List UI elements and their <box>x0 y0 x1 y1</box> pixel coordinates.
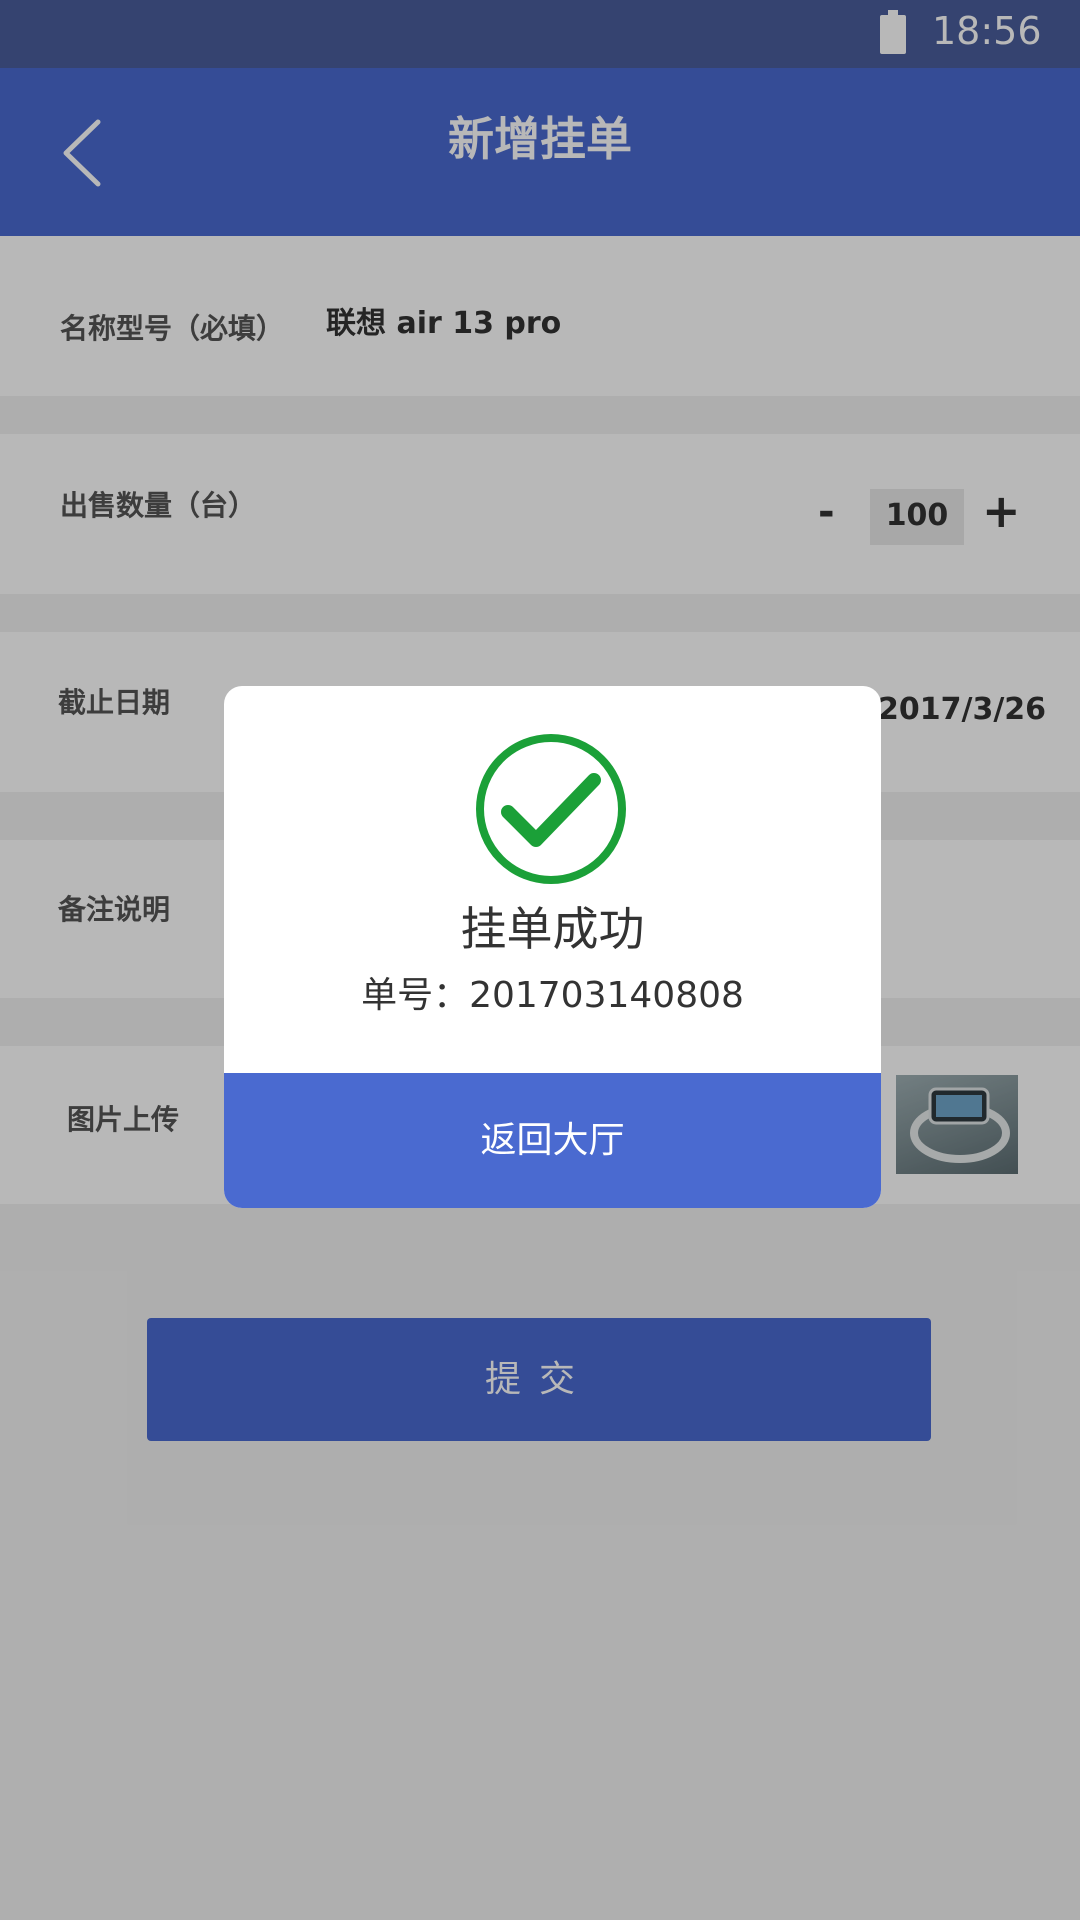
check-circle-icon <box>476 734 626 884</box>
return-lobby-button[interactable]: 返回大厅 <box>224 1073 881 1208</box>
order-number: 单号：201703140808 <box>361 975 744 1016</box>
success-dialog: 挂单成功 单号：201703140808 返回大厅 <box>224 686 881 1208</box>
dialog-title: 挂单成功 <box>460 902 645 956</box>
